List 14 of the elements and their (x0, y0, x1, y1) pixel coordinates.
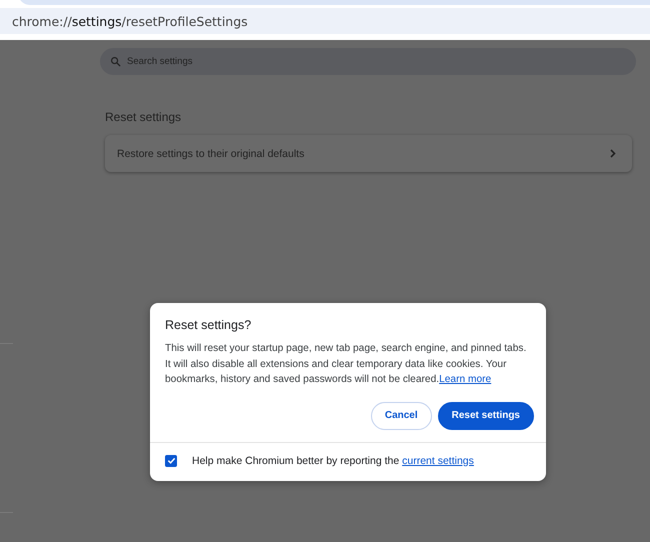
cancel-button[interactable]: Cancel (370, 402, 432, 430)
url-text: chrome://settings/resetProfileSettings (12, 14, 248, 28)
current-settings-link[interactable]: current settings (402, 454, 474, 466)
chevron-icon (610, 149, 616, 158)
dialog-title: Reset settings? (165, 318, 252, 332)
search-field[interactable]: Search settings (100, 48, 636, 75)
checkbox[interactable] (165, 454, 177, 466)
dialog-message: This will reset your startup page, new tab page, search engine, and pinned tabs. It will also disable all extensions and clear temporary data like cookies. Your bookmarks, history and saved passwords will not be cleared.Learn more (165, 342, 528, 387)
learn-more-link[interactable]: Learn more (439, 374, 492, 385)
report-label: Help make Chromium better by reporting the current settings (192, 454, 474, 466)
reset-button[interactable]: Reset settings (438, 402, 534, 430)
section-title: Reset settings (105, 110, 182, 124)
search-icon (110, 56, 121, 67)
address-bar[interactable]: chrome://settings/resetProfileSettings (0, 8, 650, 34)
